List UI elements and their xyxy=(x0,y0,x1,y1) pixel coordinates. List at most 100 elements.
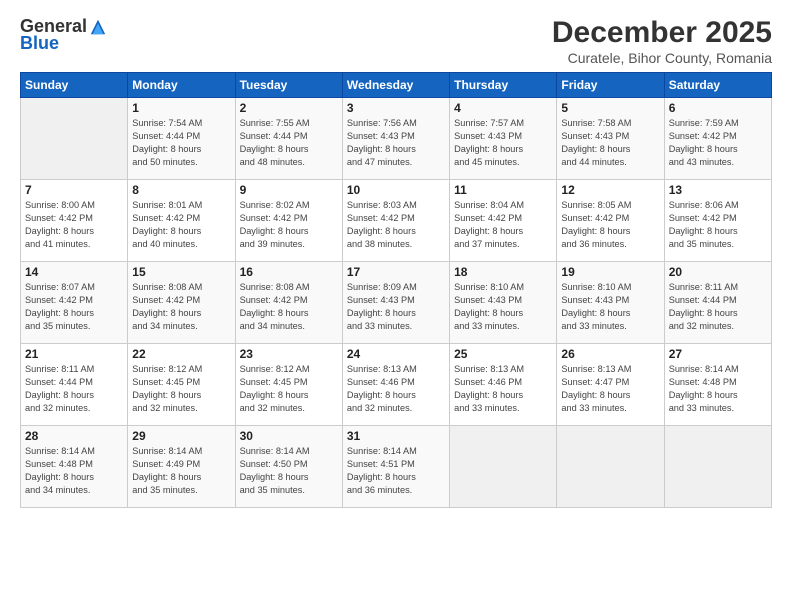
calendar-day-12: 12 Sunrise: 8:05 AMSunset: 4:42 PMDayligh… xyxy=(557,180,664,262)
day-number: 18 xyxy=(454,265,552,279)
day-info: Sunrise: 8:11 AMSunset: 4:44 PMDaylight:… xyxy=(25,363,123,415)
day-number: 23 xyxy=(240,347,338,361)
day-number: 26 xyxy=(561,347,659,361)
day-info: Sunrise: 8:14 AMSunset: 4:51 PMDaylight:… xyxy=(347,445,445,497)
day-info: Sunrise: 8:12 AMSunset: 4:45 PMDaylight:… xyxy=(132,363,230,415)
day-info: Sunrise: 8:04 AMSunset: 4:42 PMDaylight:… xyxy=(454,199,552,251)
day-info: Sunrise: 8:02 AMSunset: 4:42 PMDaylight:… xyxy=(240,199,338,251)
day-info: Sunrise: 8:12 AMSunset: 4:45 PMDaylight:… xyxy=(240,363,338,415)
calendar-week-row: 1 Sunrise: 7:54 AMSunset: 4:44 PMDaylight… xyxy=(21,98,772,180)
empty-cell xyxy=(21,98,128,180)
day-number: 9 xyxy=(240,183,338,197)
calendar-day-18: 18 Sunrise: 8:10 AMSunset: 4:43 PMDayligh… xyxy=(450,262,557,344)
calendar-day-25: 25 Sunrise: 8:13 AMSunset: 4:46 PMDayligh… xyxy=(450,344,557,426)
day-number: 8 xyxy=(132,183,230,197)
day-number: 5 xyxy=(561,101,659,115)
day-info: Sunrise: 8:09 AMSunset: 4:43 PMDaylight:… xyxy=(347,281,445,333)
calendar-day-8: 8 Sunrise: 8:01 AMSunset: 4:42 PMDaylight… xyxy=(128,180,235,262)
day-number: 24 xyxy=(347,347,445,361)
day-info: Sunrise: 8:08 AMSunset: 4:42 PMDaylight:… xyxy=(132,281,230,333)
calendar-day-29: 29Sunrise: 8:14 AMSunset: 4:49 PMDayligh… xyxy=(128,426,235,508)
calendar-day-14: 14Sunrise: 8:07 AMSunset: 4:42 PMDayligh… xyxy=(21,262,128,344)
day-info: Sunrise: 8:14 AMSunset: 4:48 PMDaylight:… xyxy=(25,445,123,497)
calendar-day-21: 21 Sunrise: 8:11 AMSunset: 4:44 PMDayligh… xyxy=(21,344,128,426)
calendar-day-10: 10 Sunrise: 8:03 AMSunset: 4:42 PMDayligh… xyxy=(342,180,449,262)
day-number: 13 xyxy=(669,183,767,197)
day-number: 25 xyxy=(454,347,552,361)
subtitle: Curatele, Bihor County, Romania xyxy=(552,50,772,66)
calendar-day-17: 17Sunrise: 8:09 AMSunset: 4:43 PMDayligh… xyxy=(342,262,449,344)
day-info: Sunrise: 8:10 AMSunset: 4:43 PMDaylight:… xyxy=(454,281,552,333)
day-number: 31 xyxy=(347,429,445,443)
day-info: Sunrise: 8:01 AMSunset: 4:42 PMDaylight:… xyxy=(132,199,230,251)
day-info: Sunrise: 8:11 AMSunset: 4:44 PMDaylight:… xyxy=(669,281,767,333)
title-block: December 2025 Curatele, Bihor County, Ro… xyxy=(552,16,772,66)
day-header-thursday: Thursday xyxy=(450,73,557,98)
day-info: Sunrise: 7:57 AMSunset: 4:43 PMDaylight:… xyxy=(454,117,552,169)
day-info: Sunrise: 8:13 AMSunset: 4:47 PMDaylight:… xyxy=(561,363,659,415)
day-number: 14 xyxy=(25,265,123,279)
calendar-day-1: 1 Sunrise: 7:54 AMSunset: 4:44 PMDaylight… xyxy=(128,98,235,180)
calendar-day-30: 30 Sunrise: 8:14 AMSunset: 4:50 PMDayligh… xyxy=(235,426,342,508)
day-info: Sunrise: 8:10 AMSunset: 4:43 PMDaylight:… xyxy=(561,281,659,333)
calendar-week-row: 14Sunrise: 8:07 AMSunset: 4:42 PMDayligh… xyxy=(21,262,772,344)
logo-blue: Blue xyxy=(20,33,59,54)
day-header-tuesday: Tuesday xyxy=(235,73,342,98)
day-info: Sunrise: 8:03 AMSunset: 4:42 PMDaylight:… xyxy=(347,199,445,251)
logo-icon xyxy=(89,18,107,36)
calendar-header-row: SundayMondayTuesdayWednesdayThursdayFrid… xyxy=(21,73,772,98)
day-number: 22 xyxy=(132,347,230,361)
calendar-day-26: 26 Sunrise: 8:13 AMSunset: 4:47 PMDayligh… xyxy=(557,344,664,426)
day-info: Sunrise: 8:08 AMSunset: 4:42 PMDaylight:… xyxy=(240,281,338,333)
calendar-day-6: 6Sunrise: 7:59 AMSunset: 4:42 PMDaylight… xyxy=(664,98,771,180)
day-number: 20 xyxy=(669,265,767,279)
day-number: 4 xyxy=(454,101,552,115)
calendar-day-11: 11 Sunrise: 8:04 AMSunset: 4:42 PMDayligh… xyxy=(450,180,557,262)
calendar-day-3: 3 Sunrise: 7:56 AMSunset: 4:43 PMDaylight… xyxy=(342,98,449,180)
calendar-day-27: 27 Sunrise: 8:14 AMSunset: 4:48 PMDayligh… xyxy=(664,344,771,426)
day-number: 19 xyxy=(561,265,659,279)
day-number: 30 xyxy=(240,429,338,443)
day-info: Sunrise: 8:13 AMSunset: 4:46 PMDaylight:… xyxy=(454,363,552,415)
header: General Blue December 2025 Curatele, Bih… xyxy=(20,16,772,66)
empty-cell xyxy=(450,426,557,508)
day-info: Sunrise: 8:14 AMSunset: 4:50 PMDaylight:… xyxy=(240,445,338,497)
day-number: 15 xyxy=(132,265,230,279)
day-number: 2 xyxy=(240,101,338,115)
logo: General Blue xyxy=(20,16,107,54)
main-title: December 2025 xyxy=(552,16,772,50)
day-number: 6 xyxy=(669,101,767,115)
day-header-sunday: Sunday xyxy=(21,73,128,98)
calendar-day-23: 23 Sunrise: 8:12 AMSunset: 4:45 PMDayligh… xyxy=(235,344,342,426)
calendar-day-31: 31 Sunrise: 8:14 AMSunset: 4:51 PMDayligh… xyxy=(342,426,449,508)
day-info: Sunrise: 8:05 AMSunset: 4:42 PMDaylight:… xyxy=(561,199,659,251)
page: General Blue December 2025 Curatele, Bih… xyxy=(0,0,792,612)
calendar-day-4: 4 Sunrise: 7:57 AMSunset: 4:43 PMDaylight… xyxy=(450,98,557,180)
day-number: 27 xyxy=(669,347,767,361)
day-info: Sunrise: 8:14 AMSunset: 4:48 PMDaylight:… xyxy=(669,363,767,415)
day-number: 11 xyxy=(454,183,552,197)
empty-cell xyxy=(557,426,664,508)
day-number: 21 xyxy=(25,347,123,361)
calendar-day-22: 22 Sunrise: 8:12 AMSunset: 4:45 PMDayligh… xyxy=(128,344,235,426)
calendar-table: SundayMondayTuesdayWednesdayThursdayFrid… xyxy=(20,72,772,508)
day-number: 28 xyxy=(25,429,123,443)
day-header-saturday: Saturday xyxy=(664,73,771,98)
day-number: 10 xyxy=(347,183,445,197)
calendar-day-9: 9 Sunrise: 8:02 AMSunset: 4:42 PMDaylight… xyxy=(235,180,342,262)
day-info: Sunrise: 7:58 AMSunset: 4:43 PMDaylight:… xyxy=(561,117,659,169)
calendar-week-row: 7Sunrise: 8:00 AMSunset: 4:42 PMDaylight… xyxy=(21,180,772,262)
day-number: 12 xyxy=(561,183,659,197)
day-number: 29 xyxy=(132,429,230,443)
day-header-friday: Friday xyxy=(557,73,664,98)
day-info: Sunrise: 7:56 AMSunset: 4:43 PMDaylight:… xyxy=(347,117,445,169)
day-number: 3 xyxy=(347,101,445,115)
day-number: 1 xyxy=(132,101,230,115)
calendar-day-5: 5 Sunrise: 7:58 AMSunset: 4:43 PMDaylight… xyxy=(557,98,664,180)
calendar-day-24: 24Sunrise: 8:13 AMSunset: 4:46 PMDayligh… xyxy=(342,344,449,426)
calendar-day-19: 19 Sunrise: 8:10 AMSunset: 4:43 PMDayligh… xyxy=(557,262,664,344)
day-info: Sunrise: 8:00 AMSunset: 4:42 PMDaylight:… xyxy=(25,199,123,251)
calendar-week-row: 21 Sunrise: 8:11 AMSunset: 4:44 PMDayligh… xyxy=(21,344,772,426)
day-info: Sunrise: 7:54 AMSunset: 4:44 PMDaylight:… xyxy=(132,117,230,169)
day-info: Sunrise: 7:55 AMSunset: 4:44 PMDaylight:… xyxy=(240,117,338,169)
